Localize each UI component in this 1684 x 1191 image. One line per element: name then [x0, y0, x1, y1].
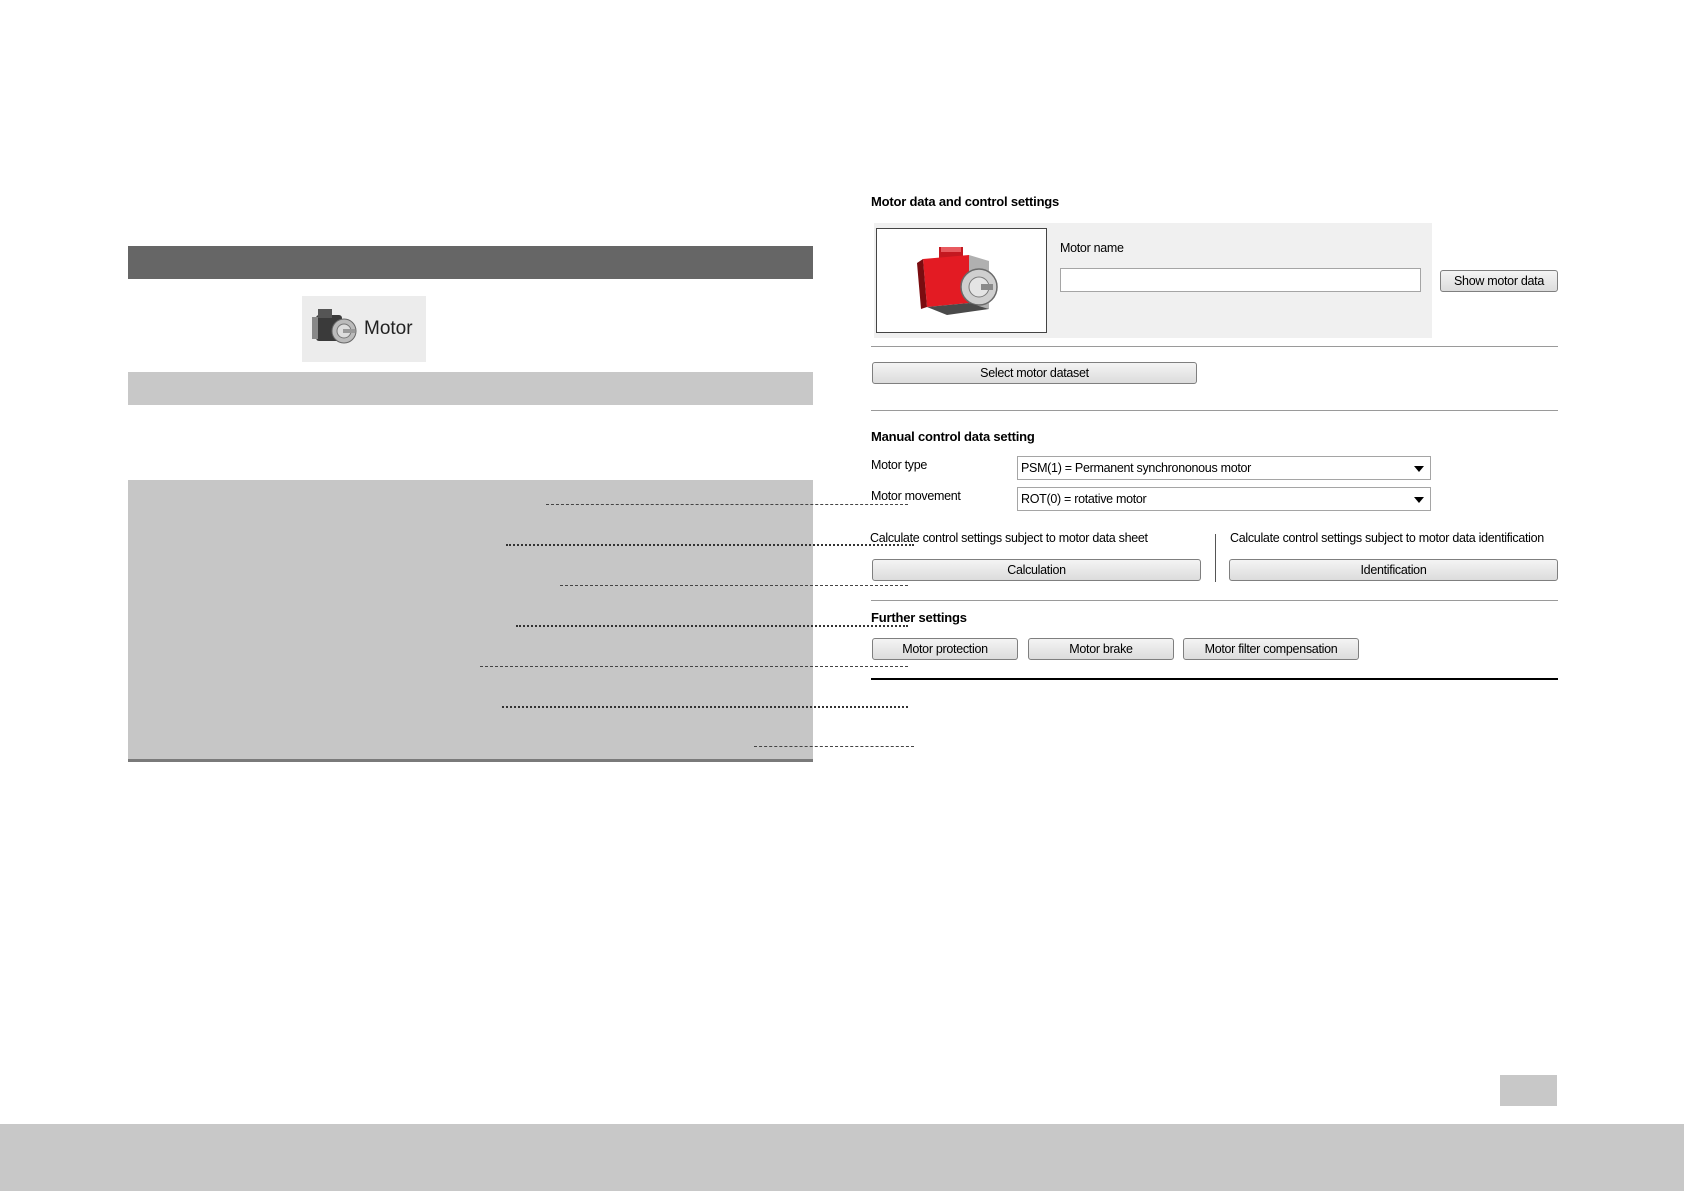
motor-brake-button[interactable]: Motor brake: [1028, 638, 1174, 660]
dropdown-arrow-icon[interactable]: [1414, 497, 1424, 503]
toc-leader-6: [502, 706, 908, 708]
toc-leader-5: [480, 666, 908, 667]
motor-name-label: Motor name: [1060, 241, 1124, 255]
motor-image: [917, 247, 998, 315]
column-separator: [1215, 534, 1216, 582]
motor-movement-select[interactable]: ROT(0) = rotative motor: [1017, 487, 1431, 511]
motor-tile-label: Motor: [364, 318, 413, 339]
section-header-bar: [128, 246, 813, 279]
motor-filter-compensation-button[interactable]: Motor filter compensation: [1183, 638, 1359, 660]
motor-image-box: [876, 228, 1047, 333]
motor-movement-label: Motor movement: [871, 489, 961, 503]
select-motor-dataset-button[interactable]: Select motor dataset: [872, 362, 1197, 384]
motor-tile[interactable]: Motor: [302, 296, 426, 362]
divider: [871, 410, 1558, 411]
calc-datasheet-label: Calculate control settings subject to mo…: [870, 531, 1148, 545]
toc-leader-1: [546, 504, 908, 505]
section-title-further: Further settings: [871, 610, 967, 625]
divider: [871, 600, 1558, 601]
dropdown-arrow-icon[interactable]: [1414, 466, 1424, 472]
motor-name-field[interactable]: [1060, 268, 1421, 292]
motor-movement-value: ROT(0) = rotative motor: [1021, 492, 1147, 506]
identification-button[interactable]: Identification: [1229, 559, 1558, 581]
motor-type-label: Motor type: [871, 458, 928, 472]
motor-type-value: PSM(1) = Permanent synchrononous motor: [1021, 461, 1252, 475]
calculation-button[interactable]: Calculation: [872, 559, 1201, 581]
footer-bar: [0, 1124, 1684, 1191]
subsection-bar: [128, 372, 813, 405]
divider: [871, 346, 1558, 347]
motor-icon: [310, 301, 360, 358]
toc-leader-2: [506, 544, 914, 546]
calc-identification-label: Calculate control settings subject to mo…: [1230, 531, 1544, 545]
motor-type-select[interactable]: PSM(1) = Permanent synchrononous motor: [1017, 456, 1431, 480]
toc-leader-7: [754, 746, 914, 747]
divider: [871, 678, 1558, 680]
toc-leader-3: [560, 585, 908, 586]
section-title-manual: Manual control data setting: [871, 429, 1035, 444]
toc-leader-4: [516, 625, 908, 627]
motor-protection-button[interactable]: Motor protection: [872, 638, 1018, 660]
show-motor-data-button[interactable]: Show motor data: [1440, 270, 1558, 292]
section-title-motor-data: Motor data and control settings: [871, 194, 1060, 209]
table-of-contents: [128, 480, 914, 762]
page-number-box: [1500, 1075, 1557, 1106]
